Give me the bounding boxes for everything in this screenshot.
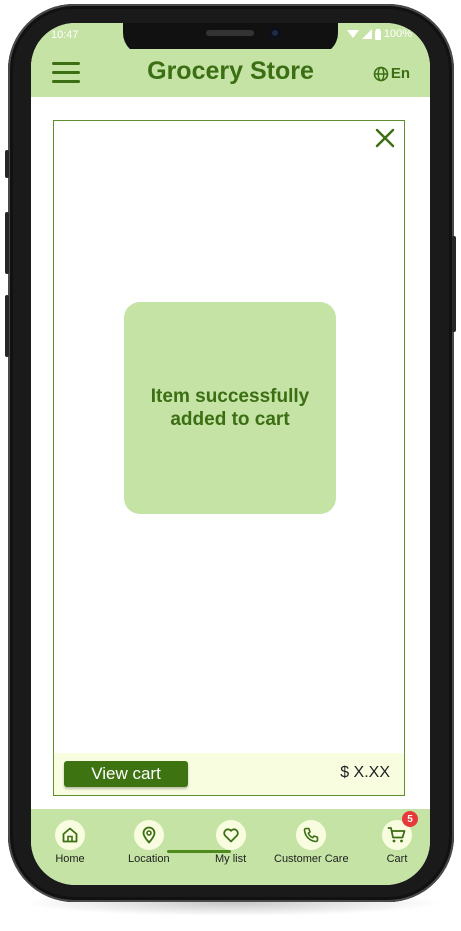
nav-icon-wrap	[133, 820, 164, 850]
wifi-icon	[346, 30, 359, 38]
mute-switch	[5, 150, 9, 178]
confirmation-message: Item successfully added to cart	[150, 386, 310, 430]
cart-icon	[387, 827, 406, 843]
battery-percent: 100%	[383, 28, 412, 40]
nav-label-customer-care: Customer Care	[274, 853, 349, 865]
volume-up-button	[5, 212, 9, 274]
view-cart-button[interactable]: View cart	[64, 761, 188, 787]
status-time: 10:47	[51, 29, 79, 41]
nav-label-location: Location	[128, 853, 170, 865]
close-icon[interactable]	[374, 127, 396, 149]
speaker-grille	[206, 30, 254, 36]
nav-item-home[interactable]: Home	[55, 820, 85, 865]
status-icons: 100%	[346, 28, 412, 40]
nav-item-cart[interactable]: 5 Cart	[382, 811, 418, 865]
home-icon	[62, 827, 78, 843]
nav-label-my-list: My list	[215, 853, 247, 865]
nav-icon-wrap	[296, 820, 327, 850]
front-camera	[269, 27, 281, 39]
globe-icon	[373, 66, 389, 81]
modal-footer: View cart $ X.XX	[54, 753, 404, 795]
language-toggle[interactable]: En	[373, 65, 410, 82]
signal-icon	[361, 29, 372, 39]
battery-icon	[374, 28, 381, 40]
cart-total: $ X.XX	[340, 764, 390, 781]
app-header: Grocery Store En	[31, 49, 430, 97]
nav-label-cart: Cart	[386, 853, 408, 865]
nav-label-home: Home	[55, 853, 85, 865]
nav-icon-wrap	[55, 820, 85, 850]
power-button	[452, 236, 456, 332]
app-title: Grocery Store	[147, 57, 314, 85]
location-pin-icon	[142, 826, 156, 844]
nav-icon-wrap	[215, 820, 246, 850]
confirmation-card: Item successfully added to cart	[124, 302, 336, 514]
nav-item-customer-care[interactable]: Customer Care	[274, 820, 349, 865]
active-tab-indicator	[167, 850, 231, 853]
cart-badge: 5	[402, 811, 418, 827]
added-to-cart-modal: Item successfully added to cart View car…	[53, 120, 405, 796]
phone-screen: 10:47 100% Grocery Store En Item success…	[31, 23, 430, 885]
nav-icon-wrap: 5	[382, 811, 418, 850]
bottom-nav: Home Location My list Customer Care 5 Ca…	[31, 809, 430, 885]
nav-item-my-list[interactable]: My list	[215, 820, 246, 865]
volume-down-button	[5, 295, 9, 357]
heart-icon	[222, 828, 239, 843]
language-label: En	[390, 65, 410, 82]
nav-item-location[interactable]: Location	[128, 820, 170, 865]
phone-icon	[303, 827, 319, 843]
